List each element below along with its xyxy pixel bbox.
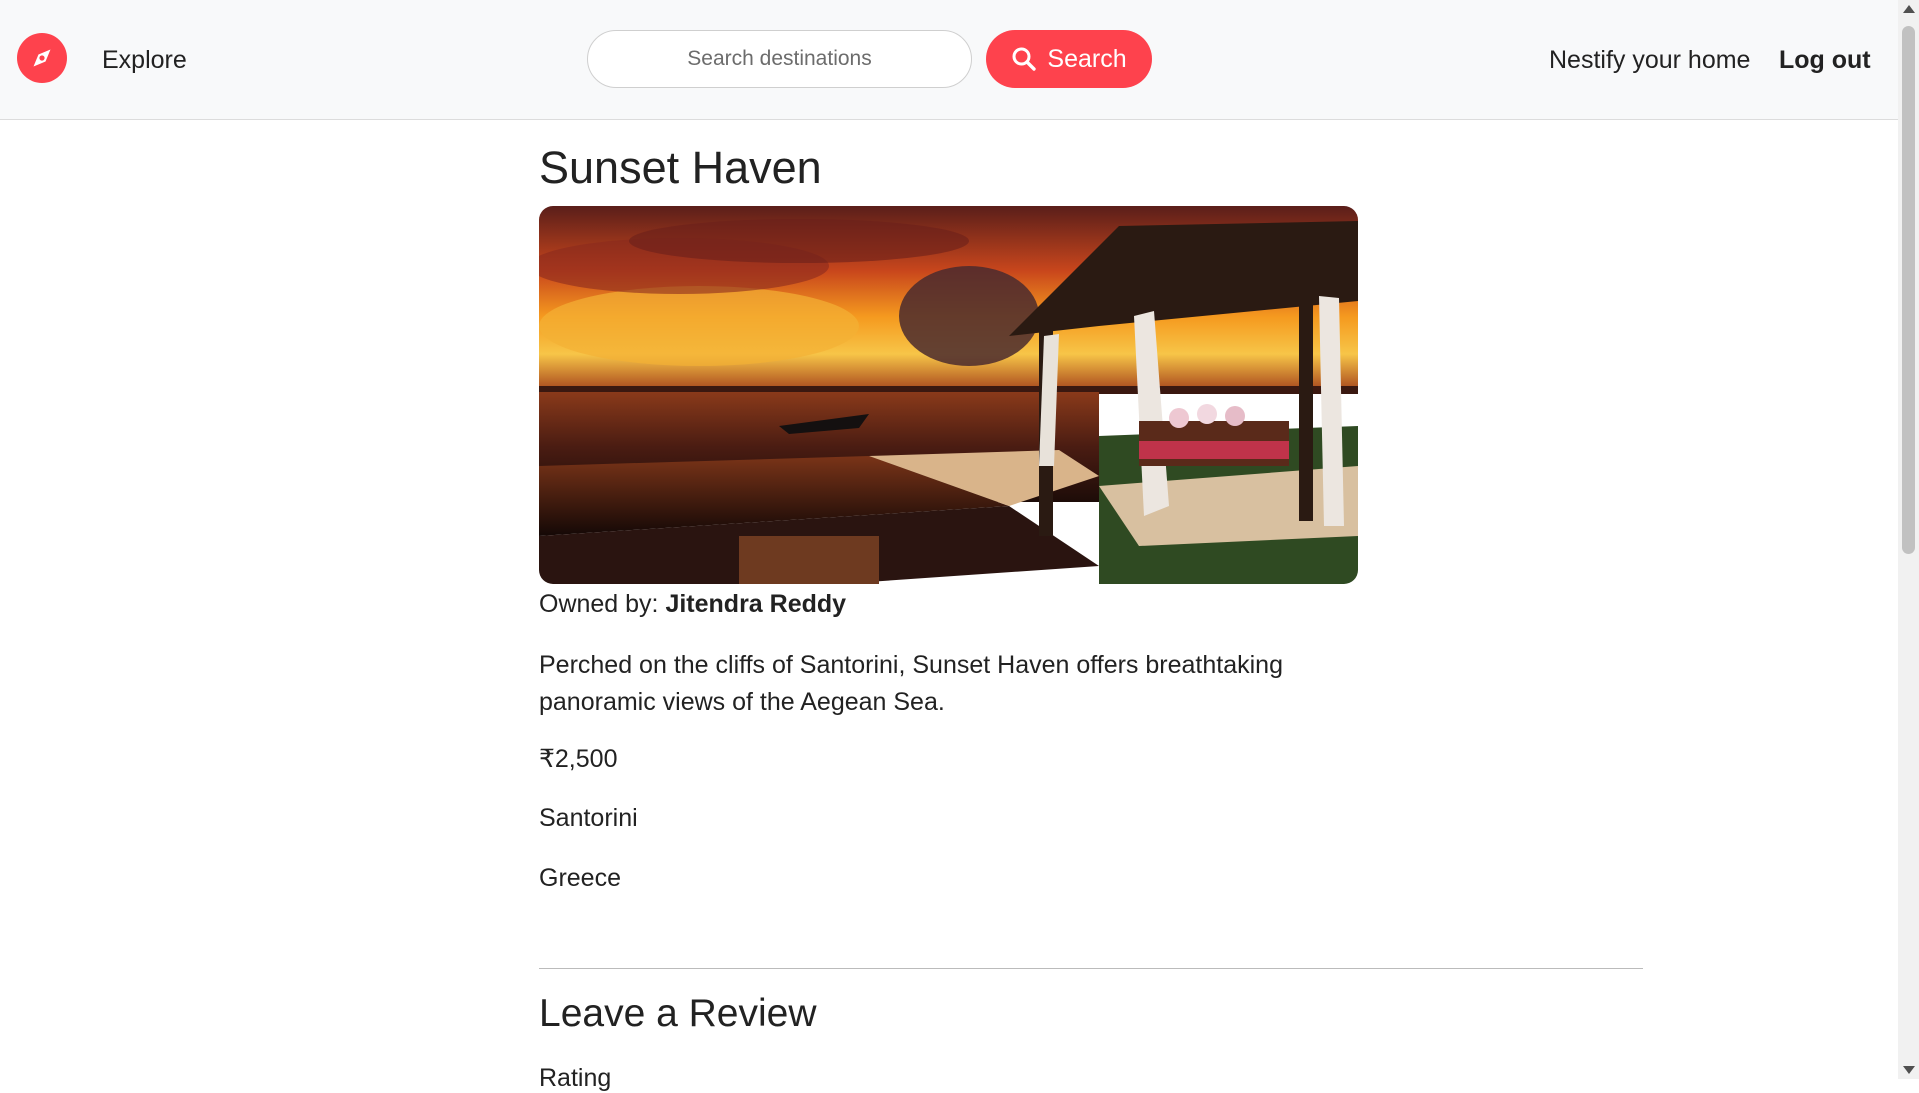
search-button[interactable]: Search — [986, 30, 1152, 88]
owner-name: Jitendra Reddy — [665, 590, 847, 618]
listing-image — [539, 206, 1358, 584]
nav-logout-link[interactable]: Log out — [1779, 46, 1871, 75]
navbar: Explore Search Nestify your home Log out — [0, 0, 1898, 120]
scrollbar-thumb[interactable] — [1902, 26, 1915, 554]
owner-prefix: Owned by: — [539, 590, 666, 618]
listing-price: ₹2,500 — [539, 745, 618, 773]
compass-icon — [33, 49, 51, 67]
scroll-up-arrow-icon[interactable] — [1903, 5, 1915, 13]
scroll-down-arrow-icon[interactable] — [1903, 1066, 1915, 1074]
nav-host-link[interactable]: Nestify your home — [1549, 46, 1750, 75]
listing-description: Perched on the cliffs of Santorini, Suns… — [539, 651, 1283, 716]
search-button-label: Search — [1047, 44, 1127, 73]
nav-explore-link[interactable]: Explore — [102, 46, 187, 75]
listing-country: Greece — [539, 864, 621, 892]
search-input[interactable] — [587, 30, 972, 88]
review-heading: Leave a Review — [539, 992, 817, 1035]
listing-location: Santorini — [539, 804, 638, 832]
search-icon — [1012, 47, 1037, 71]
vertical-scrollbar[interactable] — [1898, 0, 1919, 1079]
listing-title: Sunset Haven — [539, 142, 822, 193]
brand-logo[interactable] — [17, 33, 67, 83]
listing-owner: Owned by: Jitendra Reddy — [539, 590, 846, 619]
section-divider — [539, 968, 1643, 969]
